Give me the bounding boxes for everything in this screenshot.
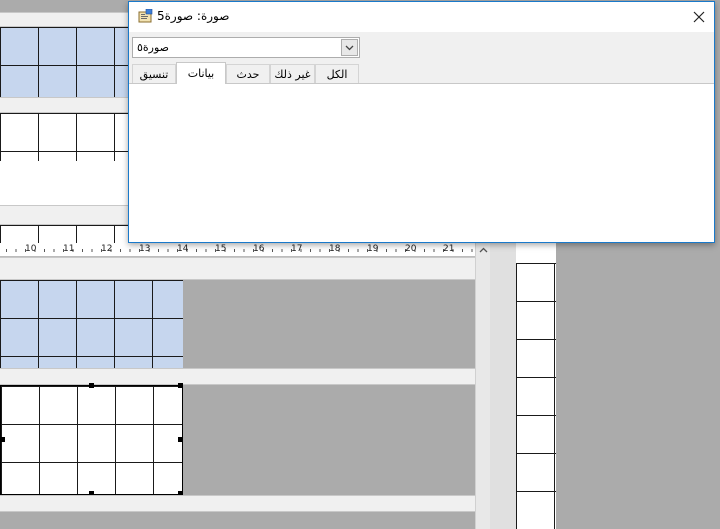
resize-handle[interactable] (178, 383, 183, 388)
section-bar[interactable] (0, 257, 475, 280)
tab-label: تنسيق (139, 67, 169, 81)
ruler-label: 12 (101, 244, 113, 254)
tab-label: الكل (326, 67, 348, 81)
chevron-up-icon[interactable] (478, 245, 489, 256)
tab-data[interactable]: بيانات (176, 62, 226, 84)
header-section-grid[interactable] (0, 280, 183, 368)
title-bar[interactable]: صورة: صورة5 (129, 2, 714, 32)
tab-format[interactable]: تنسيق (132, 64, 176, 83)
section-bar[interactable] (0, 205, 130, 225)
properties-list[interactable] (129, 83, 714, 242)
right-pane-gutter (490, 243, 516, 529)
tab-event[interactable]: حدث (226, 64, 270, 83)
horizontal-ruler: 10 11 12 13 14 15 16 17 18 19 20 21 (0, 243, 475, 257)
chevron-down-icon[interactable] (341, 39, 358, 56)
tab-all[interactable]: الكل (315, 64, 359, 83)
ruler-label: 11 (63, 244, 75, 254)
section-bar[interactable] (0, 12, 130, 27)
resize-handle[interactable] (89, 383, 94, 388)
section-bar[interactable] (0, 368, 475, 385)
detail-section-grid[interactable] (0, 113, 130, 161)
property-sheet-window: صورة: صورة5 صورة٥ تنسيق بيانات حدث غير ذ… (128, 1, 715, 243)
section-bar[interactable] (0, 97, 130, 113)
ruler-label: 16 (253, 244, 265, 254)
object-selector[interactable]: صورة٥ (132, 37, 360, 58)
ruler-label: 21 (443, 244, 455, 254)
ruler-label: 13 (139, 244, 151, 254)
window-title: صورة: صورة5 (157, 9, 230, 23)
ruler-label: 18 (329, 244, 341, 254)
ruler-label: 19 (367, 244, 379, 254)
ruler-label: 10 (25, 244, 37, 254)
image-control[interactable] (0, 385, 183, 495)
right-pane-grid[interactable] (516, 263, 556, 529)
resize-handle[interactable] (0, 437, 5, 442)
header-section-grid[interactable] (0, 27, 130, 97)
ruler-label: 20 (405, 244, 417, 254)
tab-label: غير ذلك (274, 67, 311, 81)
resize-handle[interactable] (178, 437, 183, 442)
vertical-scrollbar[interactable] (475, 243, 490, 529)
ruler-label: 14 (177, 244, 189, 254)
right-pane-ruler (516, 243, 556, 263)
footer-section-grid[interactable] (0, 225, 130, 243)
section-bar[interactable] (0, 495, 475, 512)
tab-label: حدث (236, 67, 260, 81)
tab-label: بيانات (187, 67, 215, 80)
ruler-label: 17 (291, 244, 303, 254)
section-spacer (0, 161, 130, 205)
property-sheet-icon (137, 8, 153, 23)
close-icon[interactable] (684, 2, 714, 32)
object-selector-value: صورة٥ (137, 41, 170, 54)
tab-other[interactable]: غير ذلك (270, 64, 315, 83)
ruler-label: 15 (215, 244, 227, 254)
